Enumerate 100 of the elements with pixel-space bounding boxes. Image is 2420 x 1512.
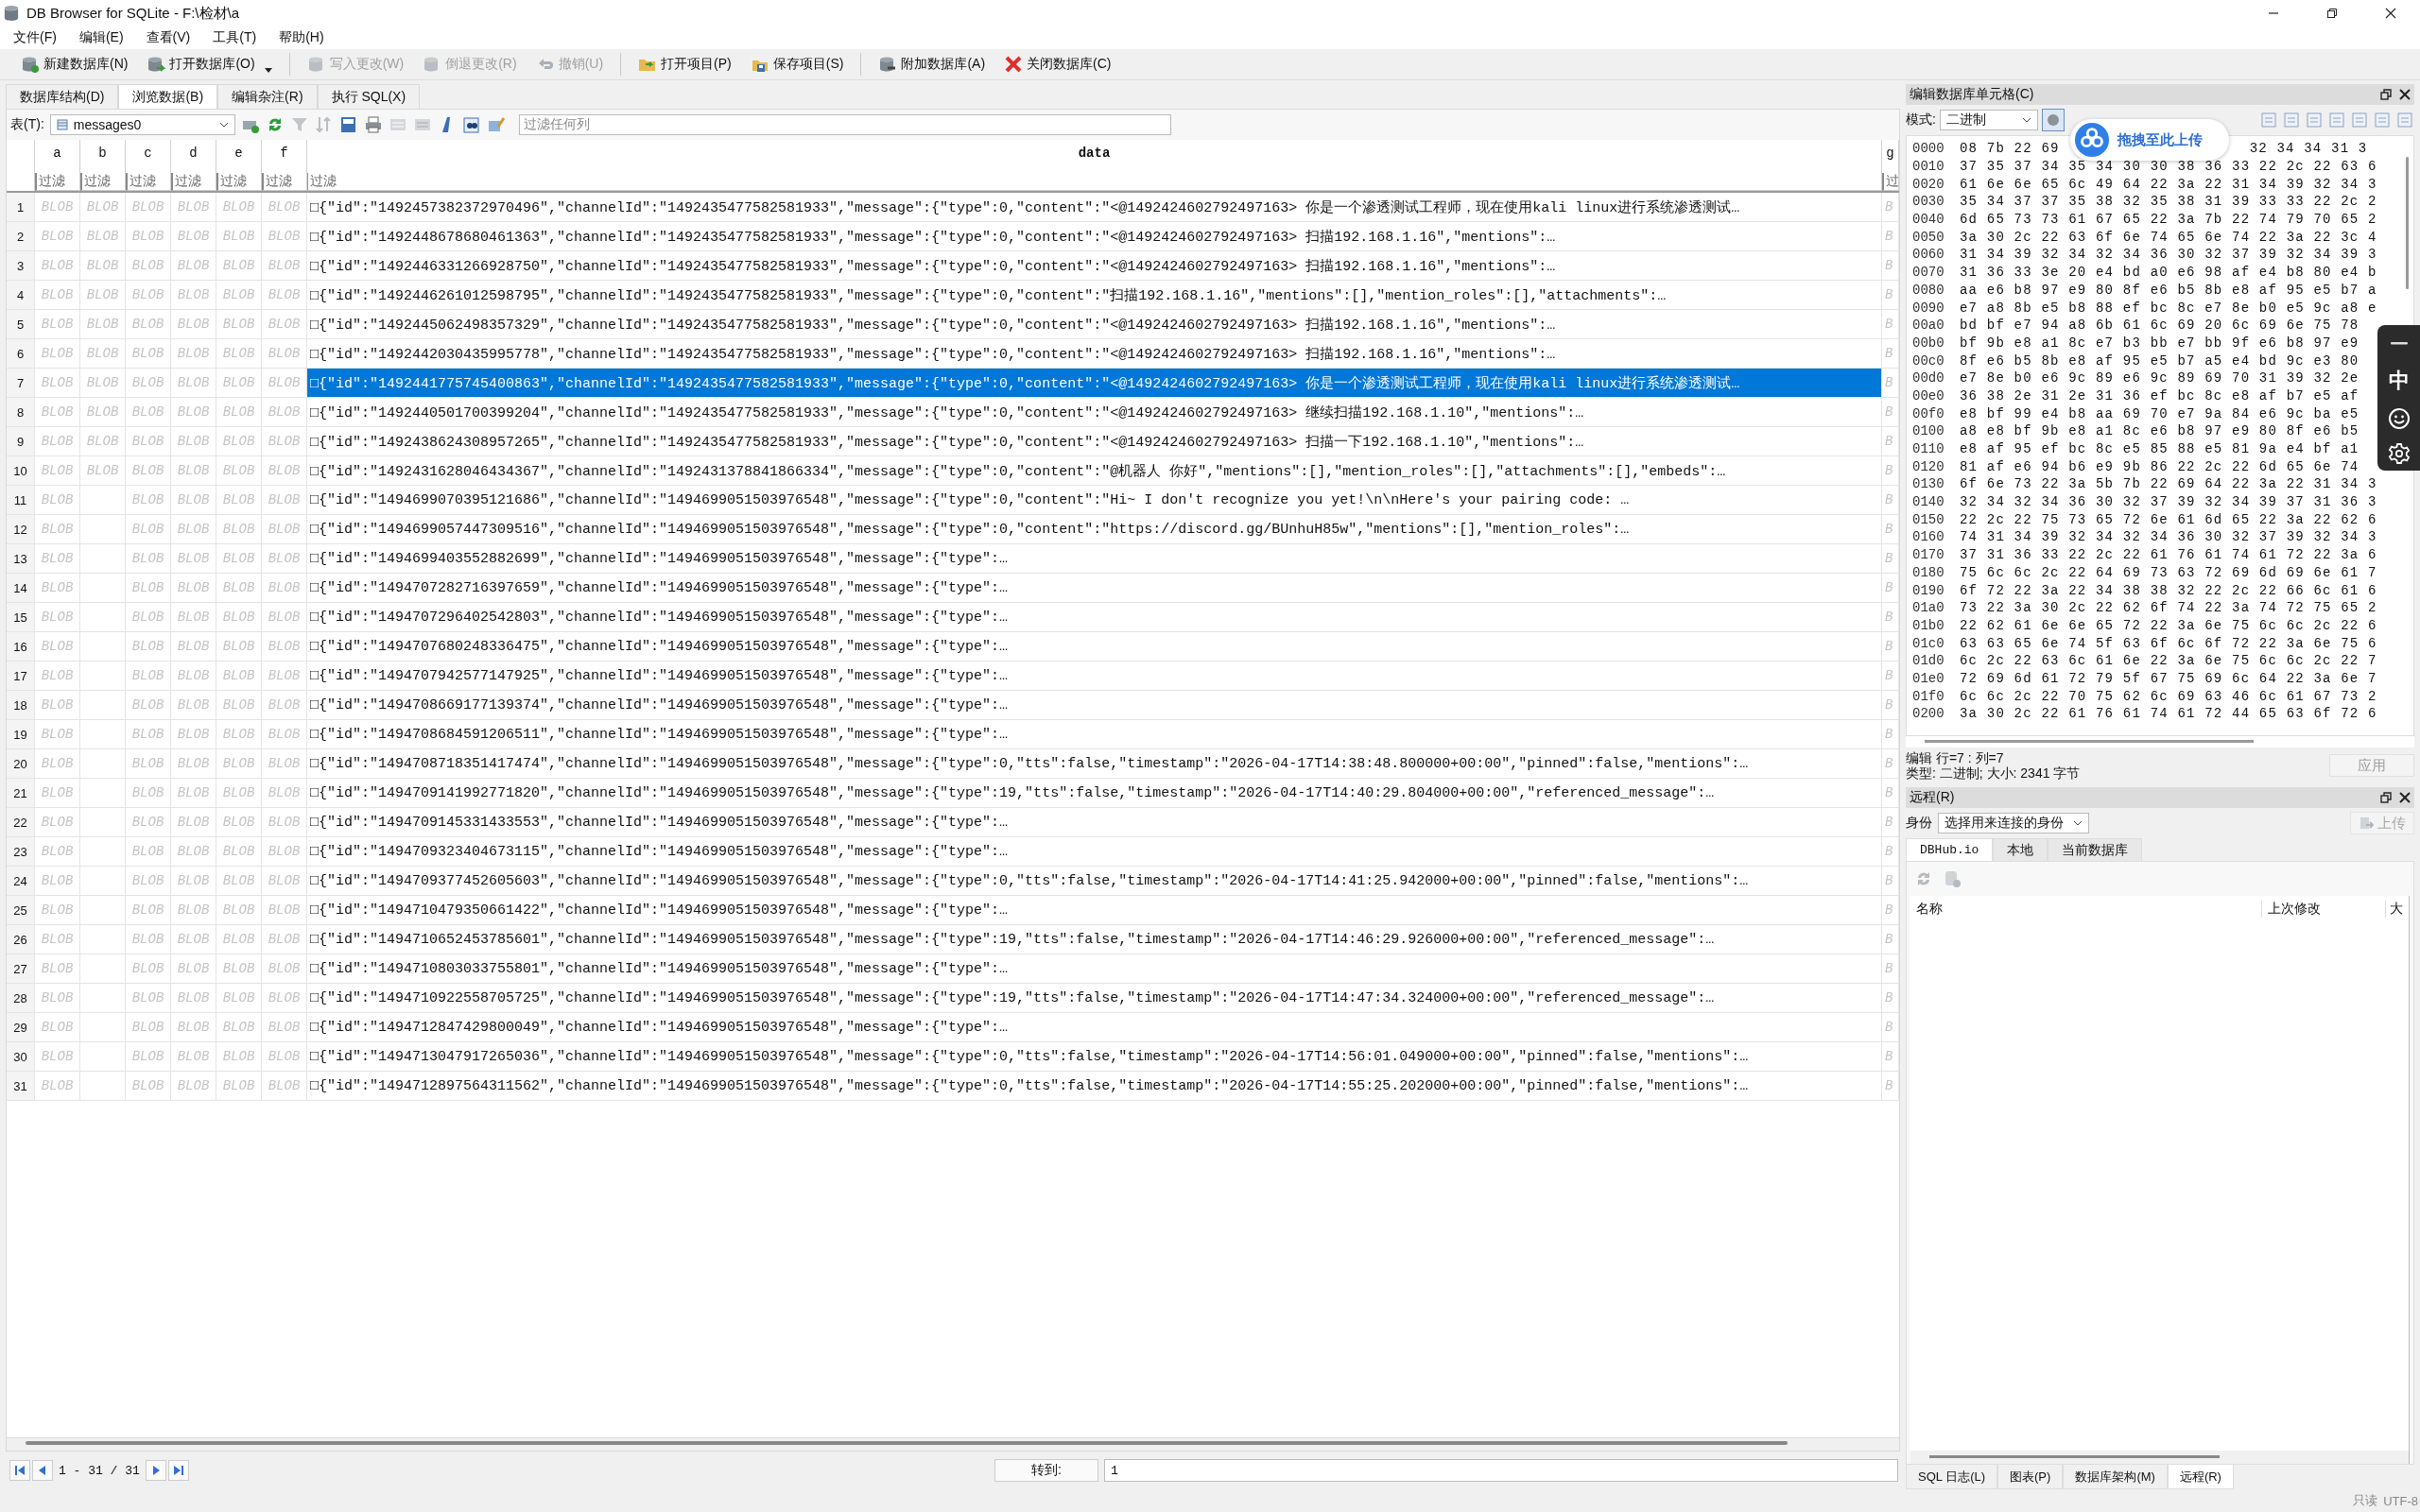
row-number[interactable]: 4 <box>7 281 35 309</box>
tab[interactable]: 本地 <box>1993 838 2048 861</box>
float-icon[interactable] <box>2380 89 2392 100</box>
column-header[interactable]: b <box>98 146 107 161</box>
column-header[interactable]: c <box>144 146 152 161</box>
filter-field[interactable]: 过滤 <box>80 173 125 191</box>
goto-field[interactable]: 1 <box>1104 1459 1898 1482</box>
next-page-button[interactable] <box>145 1460 166 1481</box>
mode-dropdown[interactable]: 二进制 <box>1939 110 2038 130</box>
tab[interactable]: 执行 SQL(X) <box>317 84 421 109</box>
row-number[interactable]: 17 <box>7 662 35 690</box>
row-number[interactable]: 18 <box>7 691 35 719</box>
column-header[interactable]: d <box>189 146 198 161</box>
column-header[interactable]: 大 <box>2385 901 2409 918</box>
tab[interactable]: 编辑杂注(R) <box>217 84 318 109</box>
row-number[interactable]: 29 <box>7 1013 35 1041</box>
column-header[interactable]: e <box>234 146 243 161</box>
filter-field[interactable]: 过滤任何列 <box>518 114 1171 135</box>
row-number[interactable]: 26 <box>7 925 35 954</box>
last-page-button[interactable] <box>167 1460 189 1481</box>
row-number[interactable]: 14 <box>7 574 35 602</box>
row-number[interactable]: 21 <box>7 779 35 807</box>
row-number[interactable]: 15 <box>7 603 35 631</box>
row-number[interactable]: 16 <box>7 632 35 661</box>
filter-field[interactable]: 过滤 <box>171 173 216 191</box>
close-icon[interactable] <box>2399 792 2411 803</box>
tab[interactable]: SQL 日志(L) <box>1906 1465 1998 1489</box>
first-page-button[interactable] <box>9 1460 30 1481</box>
settings-icon[interactable] <box>2387 441 2411 465</box>
row-number[interactable]: 9 <box>7 427 35 455</box>
tab[interactable]: 数据库架构(M) <box>2063 1465 2168 1489</box>
save-table-icon[interactable] <box>338 115 358 134</box>
previous-page-button[interactable] <box>32 1460 53 1481</box>
horizontal-scrollbar[interactable] <box>1910 1451 2409 1464</box>
horizontal-scrollbar[interactable] <box>7 1437 1899 1451</box>
find-icon[interactable] <box>461 115 481 134</box>
close-icon[interactable] <box>2385 8 2396 19</box>
column-header[interactable]: 名称 <box>1910 901 2261 918</box>
column-header[interactable]: g <box>1886 146 1894 161</box>
row-number[interactable]: 6 <box>7 339 35 368</box>
row-number[interactable]: 5 <box>7 310 35 338</box>
tab[interactable]: 数据库结构(D) <box>6 84 119 109</box>
goto-button[interactable]: 转到: <box>994 1459 1098 1482</box>
menu-item[interactable]: 文件(F) <box>4 29 66 46</box>
column-header[interactable]: f <box>280 146 288 161</box>
table-dropdown[interactable]: messages0 <box>49 114 235 135</box>
row-number[interactable]: 1 <box>7 193 35 221</box>
identity-dropdown[interactable]: 选择用来连接的身份 <box>1938 813 2089 833</box>
row-number[interactable]: 30 <box>7 1042 35 1071</box>
row-number[interactable]: 24 <box>7 867 35 895</box>
toolbar-button[interactable]: 附加数据库(A) <box>871 51 994 77</box>
column-header[interactable]: data <box>1078 146 1111 161</box>
row-number[interactable]: 2 <box>7 222 35 250</box>
row-number[interactable]: 12 <box>7 515 35 543</box>
row-number[interactable]: 22 <box>7 808 35 836</box>
row-number[interactable]: 27 <box>7 954 35 983</box>
caret-icon[interactable] <box>264 68 272 73</box>
tab[interactable]: DBHub.io <box>1906 838 1994 861</box>
menu-item[interactable]: 编辑(E) <box>69 29 133 46</box>
column-header[interactable]: 上次修改 <box>2261 901 2385 918</box>
toolbar-button[interactable]: 关闭数据库(C) <box>996 51 1119 77</box>
row-number[interactable]: 25 <box>7 896 35 924</box>
row-number[interactable]: 28 <box>7 984 35 1012</box>
tab[interactable]: 浏览数据(B) <box>118 84 218 109</box>
horizontal-scrollbar[interactable] <box>1906 736 2414 747</box>
brush-icon[interactable] <box>486 115 506 134</box>
upload-overlay[interactable]: 拖拽至此上传 <box>2070 119 2229 161</box>
float-icon[interactable] <box>2380 792 2392 803</box>
menu-item[interactable]: 查看(V) <box>136 29 200 46</box>
toolbar-button[interactable]: 打开项目(P) <box>631 51 739 77</box>
filter-field[interactable]: 过滤 <box>307 173 1881 191</box>
column-header[interactable]: a <box>53 146 61 161</box>
row-number[interactable]: 3 <box>7 251 35 280</box>
filter-field[interactable]: 过滤 <box>216 173 261 191</box>
filter-field[interactable]: 过滤 <box>35 173 79 191</box>
toolbar-button[interactable]: 打开数据库(O) <box>139 51 280 77</box>
smiley-icon[interactable] <box>2387 406 2411 430</box>
row-number[interactable]: 11 <box>7 486 35 514</box>
close-icon[interactable] <box>2399 89 2411 100</box>
tab[interactable]: 图表(P) <box>1997 1465 2064 1489</box>
menu-item[interactable]: 帮助(H) <box>269 29 334 46</box>
gear-icon[interactable] <box>2041 109 2065 131</box>
input-mode-button[interactable]: 中 <box>2388 366 2410 395</box>
row-number[interactable]: 7 <box>7 369 35 397</box>
row-number[interactable]: 31 <box>7 1072 35 1100</box>
row-number[interactable]: 20 <box>7 749 35 778</box>
toolbar-button[interactable]: 新建数据库(N) <box>13 51 136 77</box>
toolbar-button[interactable]: 保存项目(S) <box>742 51 852 77</box>
row-number[interactable]: 23 <box>7 837 35 866</box>
tab[interactable]: 远程(R) <box>2167 1465 2234 1489</box>
tab[interactable]: 当前数据库 <box>2048 838 2143 861</box>
row-number[interactable]: 8 <box>7 398 35 426</box>
row-number[interactable]: 13 <box>7 544 35 573</box>
restore-icon[interactable] <box>2326 8 2338 19</box>
row-number[interactable]: 10 <box>7 456 35 485</box>
menu-item[interactable]: 工具(T) <box>203 29 267 46</box>
filter-field[interactable]: 过 <box>1882 173 1898 191</box>
filter-field[interactable]: 过滤 <box>262 173 306 191</box>
filter-field[interactable]: 过滤 <box>126 173 170 191</box>
row-number[interactable]: 19 <box>7 720 35 748</box>
